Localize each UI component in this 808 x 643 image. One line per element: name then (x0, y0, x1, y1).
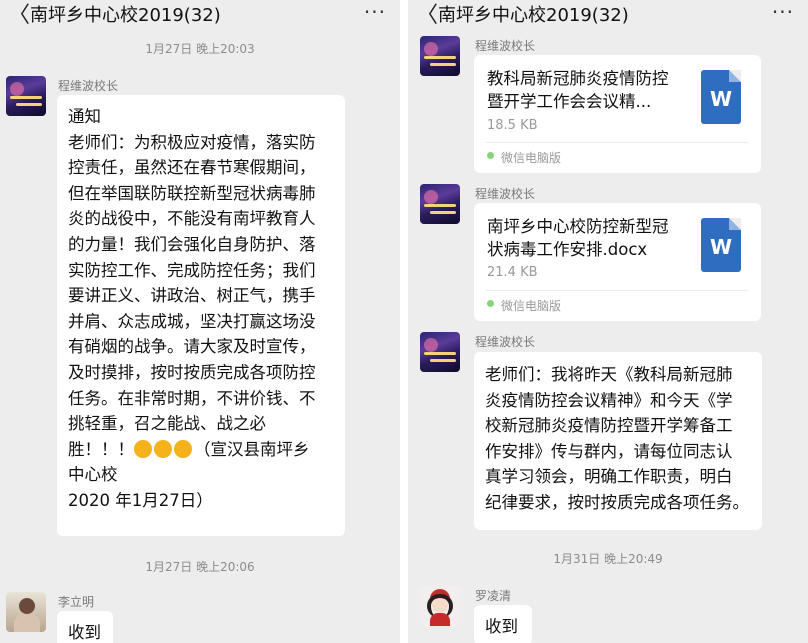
chat-pane-right: 〈 南坪乡中心校2019(32) ··· 程维波校长 教科局新冠肺炎疫情防控 暨… (408, 0, 808, 643)
avatar[interactable] (420, 332, 460, 372)
message-line: 通知 (68, 107, 101, 126)
wechat-pc-icon (487, 300, 494, 307)
more-icon[interactable]: ··· (364, 0, 386, 24)
file-name: 教科局新冠肺炎疫情防控 暨开学工作会会议精... (487, 67, 669, 113)
message-line: 挑轻重，召之能战、战之必 (68, 414, 266, 434)
message-line: 及时摸排，按时按质完成各项防控 (68, 362, 316, 382)
fist-emoji-icon (134, 439, 152, 458)
message-text: 通知 老师们：为积极应对疫情，落实防 控责任，虽然还在春节寒假期间， 但在举国联… (68, 104, 316, 514)
timestamp: 1月27日 晚上20:03 (145, 42, 255, 56)
sender-name: 罗凌清 (475, 589, 512, 603)
wechat-pc-icon (487, 152, 494, 159)
message-line: 但在举国联防联控新型冠状病毒肺 (68, 183, 316, 203)
message-line: （宣汉县南坪乡 (194, 439, 310, 459)
avatar[interactable] (420, 36, 460, 76)
file-name: 南坪乡中心校防控新型冠 状病毒工作安排.docx (487, 215, 669, 261)
chat-title: 南坪乡中心校2019(32) (30, 5, 221, 26)
word-doc-icon: W (701, 70, 741, 124)
divider (486, 142, 748, 143)
message-line: 老师们：我将昨天《教科局新冠肺 (485, 365, 733, 384)
chat-header: 〈 南坪乡中心校2019(32) ··· (0, 0, 400, 34)
message-line: 炎的战役中，不能没有南坪教育人 (68, 209, 316, 229)
word-doc-letter: W (709, 87, 733, 111)
message-text: 收到 (68, 623, 101, 642)
fist-emoji-icon (154, 439, 172, 458)
file-name-line: 南坪乡中心校防控新型冠 (487, 217, 669, 236)
chat-header: 〈 南坪乡中心校2019(32) ··· (408, 0, 808, 34)
message-line: 控责任，虽然还在春节寒假期间， (68, 158, 316, 178)
message-text: 收到 (485, 617, 518, 636)
message-line: 胜！！！ (68, 439, 134, 459)
fist-emoji-icon (174, 439, 192, 458)
avatar[interactable] (420, 184, 460, 224)
sender-name: 程维波校长 (475, 187, 536, 201)
message-text: 老师们：我将昨天《教科局新冠肺 炎疫情防控会议精神》和今天《学 校新冠肺炎疫情防… (485, 362, 749, 516)
message-line: 中心校 (68, 465, 118, 485)
timestamp: 1月27日 晚上20:06 (145, 560, 255, 574)
message-line: 炎疫情防控会议精神》和今天《学 (485, 390, 733, 410)
sender-name: 程维波校长 (475, 335, 536, 349)
sender-name: 程维波校长 (58, 79, 119, 93)
source-label: 微信电脑版 (501, 151, 562, 165)
source-label: 微信电脑版 (501, 299, 562, 313)
chat-pane-left: 〈 南坪乡中心校2019(32) ··· 1月27日 晚上20:03 程维波校长… (0, 0, 400, 643)
message-line: 有硝烟的战争。请大家及时宣传， (68, 337, 316, 357)
sender-name: 李立明 (58, 595, 95, 609)
file-size: 21.4 KB (487, 265, 538, 280)
message-line: 并肩、众志成城，坚决打赢这场没 (68, 311, 316, 331)
file-name-line: 教科局新冠肺炎疫情防控 (487, 69, 669, 88)
message-line: 要讲正义、讲政治、树正气，携手 (68, 286, 316, 306)
timestamp: 1月31日 晚上20:49 (553, 552, 663, 566)
avatar[interactable] (6, 592, 46, 632)
message-line: 真学习领会，明确工作职责，明白 (485, 467, 733, 487)
chat-title: 南坪乡中心校2019(32) (438, 5, 629, 26)
sender-name: 程维波校长 (475, 39, 536, 53)
back-icon[interactable]: 〈 (8, 3, 30, 29)
more-icon[interactable]: ··· (772, 0, 794, 24)
message-line: 的力量！我们会强化自身防护、落 (68, 234, 316, 254)
word-doc-icon: W (701, 218, 741, 272)
message-line: 实防控工作、完成防控任务；我们 (68, 260, 316, 280)
message-line: 老师们：为积极应对疫情，落实防 (68, 132, 316, 152)
avatar[interactable] (420, 586, 460, 626)
avatar[interactable] (6, 76, 46, 116)
divider (486, 290, 748, 291)
word-doc-letter: W (709, 235, 733, 259)
message-line: 任务。在非常时期，不讲价钱、不 (68, 388, 316, 408)
back-icon[interactable]: 〈 (416, 3, 438, 29)
file-name-line: 暨开学工作会会议精... (487, 92, 652, 111)
message-line: 纪律要求，按时按质完成各项任务。 (485, 492, 749, 512)
message-line: 校新冠肺炎疫情防控暨开学筹备工 (485, 416, 733, 436)
file-name-line: 状病毒工作安排.docx (487, 240, 648, 259)
file-size: 18.5 KB (487, 118, 538, 133)
message-line: 2020 年1月27日） (68, 490, 213, 510)
message-line: 作安排》传与群内，请每位同志认 (485, 441, 733, 461)
